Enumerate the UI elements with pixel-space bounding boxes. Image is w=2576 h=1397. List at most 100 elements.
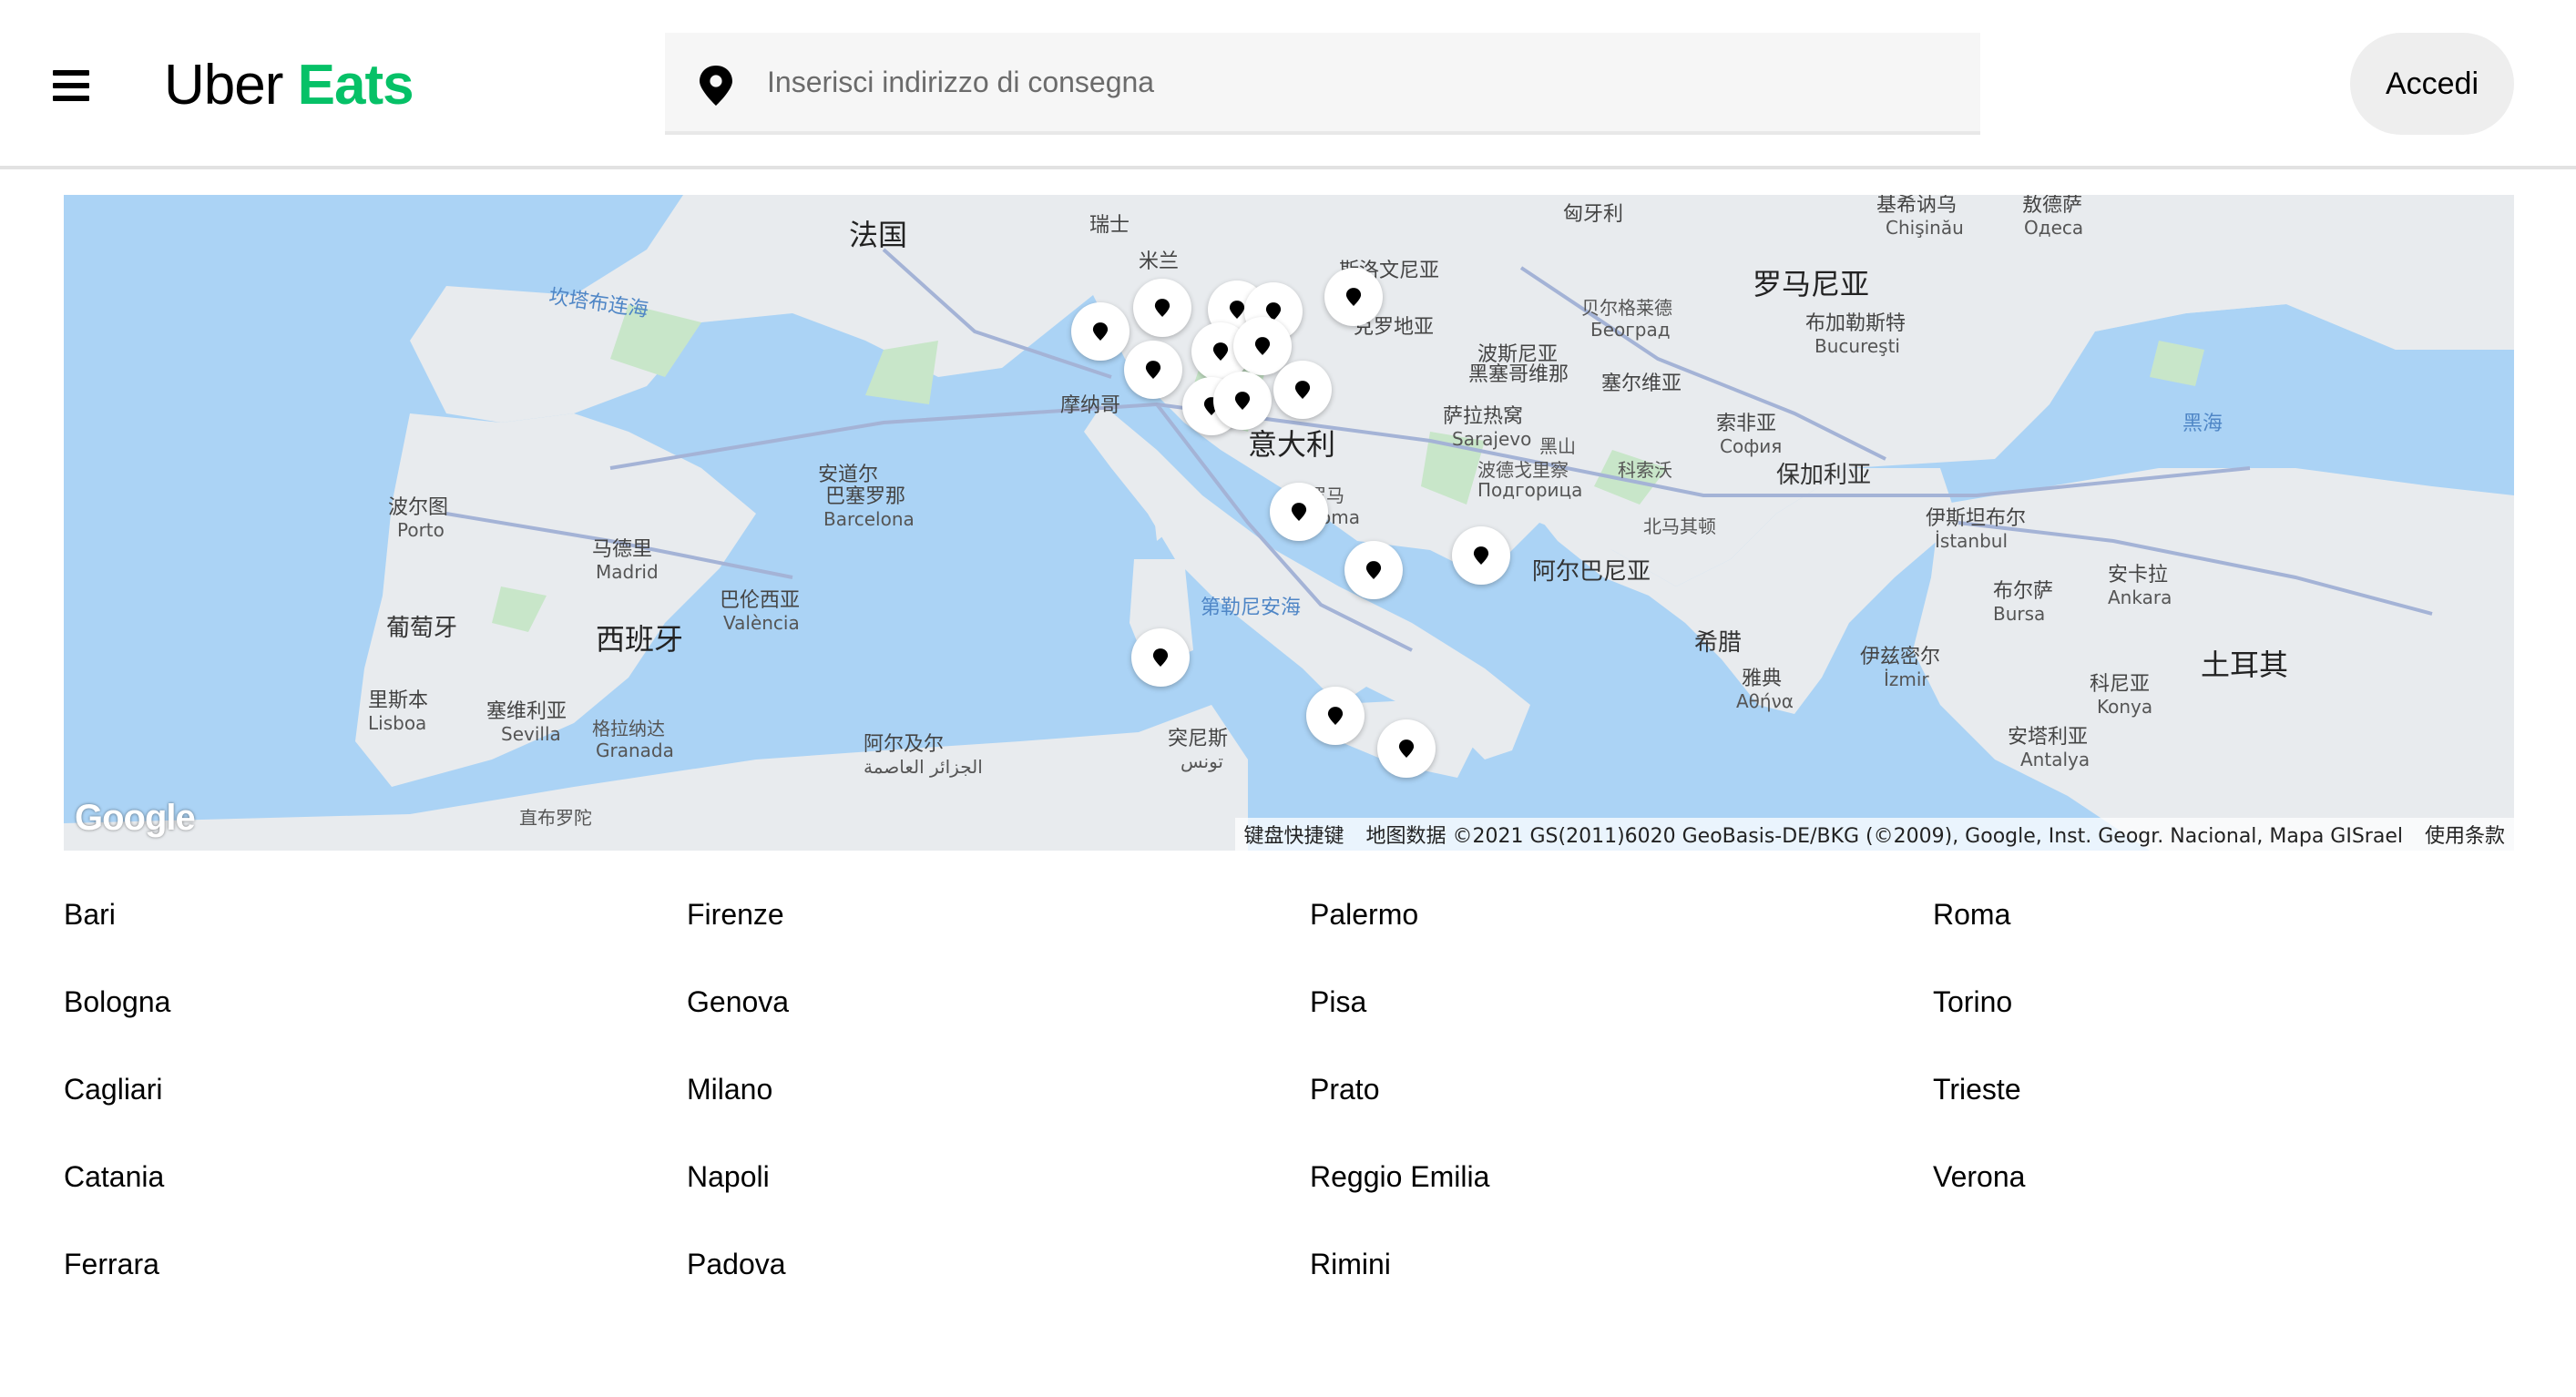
map-pin-icon <box>1398 739 1415 758</box>
map-label-sarajevo-latin: Sarajevo <box>1452 428 1532 450</box>
city-link[interactable]: Bari <box>64 885 687 973</box>
map-label-tyrrhenian: 第勒尼安海 <box>1201 597 1302 619</box>
map-label-ankara: 安卡拉 <box>2108 564 2169 586</box>
map-label-madrid: 马德里 <box>592 538 653 561</box>
map-label-tunis-latin: تونس <box>1181 750 1223 772</box>
map-pin-icon <box>1473 546 1489 565</box>
map-label-istanbul: 伊斯坦布尔 <box>1926 507 2027 530</box>
map-pin-icon <box>1365 561 1382 579</box>
city-link[interactable]: Torino <box>1933 973 2556 1060</box>
map-label-serbia: 塞尔维亚 <box>1601 372 1682 395</box>
city-link[interactable]: Trieste <box>1933 1060 2556 1147</box>
menu-line <box>53 96 89 101</box>
map-label-podgorica: 波德戈里察 <box>1477 459 1569 481</box>
map-marker-bari[interactable] <box>1452 526 1510 585</box>
city-link[interactable]: Reggio Emilia <box>1310 1147 1933 1235</box>
map-label-granada-latin: Granada <box>596 739 674 761</box>
map-label-north-macedonia: 北马其顿 <box>1643 515 1716 537</box>
map-marker-bologna[interactable] <box>1233 317 1292 375</box>
map-label-chisinau-latin: Chişinău <box>1886 217 1964 239</box>
city-link[interactable]: Catania <box>64 1147 687 1235</box>
map-label-istanbul-latin: İstanbul <box>1935 530 2009 552</box>
map-label-izmir-latin: İzmir <box>1884 668 1929 690</box>
map-label-barcelona-latin: Barcelona <box>823 508 915 530</box>
keyboard-shortcuts-link[interactable]: 键盘快捷键 <box>1244 820 1344 849</box>
map-label-turkey: 土耳其 <box>2201 648 2289 682</box>
delivery-address-search[interactable] <box>665 33 1980 135</box>
map-marker-napoli[interactable] <box>1344 541 1403 599</box>
map-label-portugal: 葡萄牙 <box>386 615 458 642</box>
map-label-france: 法国 <box>849 218 908 252</box>
map-label-bulgaria: 保加利亚 <box>1776 462 1872 489</box>
map-label-monaco: 摩纳哥 <box>1060 394 1121 417</box>
city-link[interactable]: Roma <box>1933 885 2556 973</box>
city-link[interactable]: Firenze <box>687 885 1310 973</box>
map-label-odessa: 敖德萨 <box>2022 195 2083 217</box>
map-label-bucharest-latin: Bucureşti <box>1814 335 1900 357</box>
city-list: Bari Firenze Palermo Roma Bologna Genova… <box>64 885 2514 1322</box>
map-pin-icon <box>1291 503 1307 521</box>
map-label-gibraltar: 直布罗陀 <box>519 807 592 829</box>
map-marker-firenze[interactable] <box>1213 372 1272 430</box>
map-pin-icon <box>1229 301 1245 319</box>
city-link[interactable]: Palermo <box>1310 885 1933 973</box>
map-pin-icon <box>1327 707 1344 725</box>
map-marker-roma[interactable] <box>1270 483 1328 541</box>
hamburger-menu-icon[interactable] <box>53 56 111 115</box>
map-label-romania: 罗马尼亚 <box>1753 267 1870 301</box>
city-map[interactable]: 法国 瑞士 米兰 摩纳哥 斯洛文尼亚 克罗地亚 匈牙利 罗马尼亚 基希讷乌 Ch… <box>64 195 2514 851</box>
map-marker-genova[interactable] <box>1124 341 1182 399</box>
map-marker-torino[interactable] <box>1071 302 1130 361</box>
map-label-seville: 塞维利亚 <box>486 700 567 723</box>
map-label-izmir: 伊兹密尔 <box>1860 646 1941 668</box>
map-label-algiers: 阿尔及尔 <box>864 733 945 756</box>
map-marker-cagliari[interactable] <box>1131 628 1190 687</box>
map-label-granada: 格拉纳达 <box>592 718 665 739</box>
map-label-porto-latin: Porto <box>397 519 445 541</box>
map-label-athens: 雅典 <box>1742 668 1783 690</box>
map-label-seville-latin: Sevilla <box>501 723 561 745</box>
city-link[interactable]: Pisa <box>1310 973 1933 1060</box>
login-button[interactable]: Accedi <box>2350 33 2514 135</box>
map-marker-milano[interactable] <box>1133 279 1191 337</box>
city-link[interactable]: Padova <box>687 1235 1310 1322</box>
map-label-tunis: 突尼斯 <box>1168 728 1229 750</box>
map-label-hungary: 匈牙利 <box>1563 203 1624 226</box>
map-marker-trieste[interactable] <box>1324 268 1383 326</box>
city-link[interactable]: Prato <box>1310 1060 1933 1147</box>
map-pin-icon <box>1234 392 1251 410</box>
map-label-porto: 波尔图 <box>388 496 449 519</box>
city-link[interactable]: Cagliari <box>64 1060 687 1147</box>
uber-eats-logo[interactable]: Uber Eats <box>164 51 414 120</box>
map-pin-icon <box>1345 288 1362 306</box>
map-label-sofia-latin: София <box>1720 435 1783 457</box>
terms-of-use-link[interactable]: 使用条款 <box>2425 820 2505 849</box>
map-label-milan: 米兰 <box>1139 250 1180 273</box>
logo-uber: Uber <box>164 54 283 117</box>
map-label-bucharest: 布加勒斯特 <box>1805 312 1906 335</box>
menu-line <box>53 83 89 88</box>
menu-line <box>53 70 89 76</box>
map-label-bursa-latin: Bursa <box>1993 603 2046 625</box>
city-link[interactable]: Verona <box>1933 1147 2556 1235</box>
city-link[interactable]: Rimini <box>1310 1235 1933 1322</box>
map-label-antalya: 安塔利亚 <box>2008 726 2089 749</box>
city-link[interactable]: Bologna <box>64 973 687 1060</box>
map-label-valencia: 巴伦西亚 <box>720 589 801 612</box>
map-label-bursa: 布尔萨 <box>1993 580 2054 603</box>
delivery-address-input[interactable] <box>767 55 1951 109</box>
map-marker-catania[interactable] <box>1377 719 1436 778</box>
map-label-montenegro: 黑山 <box>1539 435 1576 457</box>
map-pin-icon <box>1145 361 1161 379</box>
map-marker-palermo[interactable] <box>1306 687 1365 745</box>
map-label-algiers-latin: الجزائر العاصمة <box>864 756 983 778</box>
map-label-antalya-latin: Antalya <box>2020 749 2090 770</box>
map-marker-rimini[interactable] <box>1273 361 1332 419</box>
city-link[interactable]: Ferrara <box>64 1235 687 1322</box>
city-link[interactable]: Genova <box>687 973 1310 1060</box>
map-label-belgrade: 贝尔格莱德 <box>1581 297 1672 319</box>
map-label-sarajevo: 萨拉热窝 <box>1443 405 1524 428</box>
city-link[interactable]: Napoli <box>687 1147 1310 1235</box>
city-link[interactable]: Milano <box>687 1060 1310 1147</box>
map-label-black-sea: 黑海 <box>2182 413 2223 435</box>
